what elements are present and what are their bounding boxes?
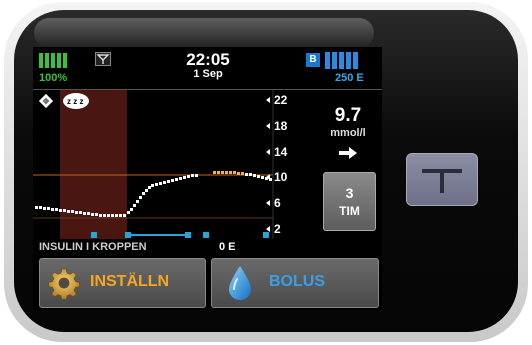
cgm-reading-dot	[35, 206, 38, 209]
settings-button-label: INSTÄLLN	[90, 273, 170, 290]
cgm-reading-dot	[142, 192, 145, 195]
cgm-reading-dot	[148, 186, 151, 189]
cgm-reading-dot	[83, 212, 86, 215]
cgm-reading-dot	[183, 176, 186, 179]
hours-value: 3	[345, 185, 354, 201]
cgm-reading-dot	[107, 214, 110, 217]
cgm-reading-dot	[119, 214, 122, 217]
cgm-reading-dot	[133, 204, 136, 207]
cgm-reading-dot	[187, 175, 190, 178]
cgm-reading-dot	[59, 209, 62, 212]
cgm-reading-dot	[269, 178, 272, 181]
iob-label: INSULIN I KROPPEN	[39, 241, 147, 253]
bg-value: 9.7	[334, 105, 362, 126]
cgm-reading-dot	[79, 211, 82, 214]
cgm-reading-dot	[213, 171, 216, 174]
cgm-reading-dot	[217, 171, 220, 174]
cgm-reading-dot	[237, 172, 240, 175]
cgm-reading-dot	[159, 182, 162, 185]
cgm-reading-dot	[71, 210, 74, 213]
insulin-drop-icon	[229, 266, 251, 300]
bolus-button[interactable]: BOLUS	[211, 258, 379, 308]
signal-icon	[95, 52, 111, 66]
cgm-graph-svg: z z z 22 18 14 10 6 2	[33, 90, 288, 239]
cgm-reading-dot	[67, 210, 70, 213]
cgm-diamond-icon	[38, 93, 54, 109]
cgm-reading-dot	[245, 173, 248, 176]
cgm-reading-dot	[87, 212, 90, 215]
y-axis-ticks: 22 18 14 10 6 2	[266, 93, 288, 236]
cgm-reading-dot	[75, 211, 78, 214]
status-bar: 100% 22:05 1 Sep B 250 E	[33, 47, 382, 89]
cgm-reading-dot	[103, 214, 106, 217]
y-tick-14: 14	[274, 145, 288, 159]
cgm-reading-dot	[139, 196, 142, 199]
graph-hours-button[interactable]: 3 TIM	[323, 172, 376, 231]
cgm-reading-dot	[43, 207, 46, 210]
bolus-button-label: BOLUS	[269, 273, 325, 290]
cgm-reading-dot	[225, 171, 228, 174]
cgm-reading-dot	[47, 207, 50, 210]
y-tick-18: 18	[274, 119, 288, 133]
y-tick-22: 22	[274, 93, 288, 107]
insulin-remaining: 250 E	[335, 72, 364, 84]
cgm-reading-dot	[265, 177, 268, 180]
cgm-reading-dot	[221, 171, 224, 174]
cgm-reading-dot	[55, 208, 58, 211]
y-tick-10: 10	[274, 170, 288, 184]
cgm-reading-dot	[257, 175, 260, 178]
cgm-reading-dot	[171, 179, 174, 182]
battery-icon	[39, 53, 67, 68]
cgm-reading-dot	[249, 173, 252, 176]
cgm-reading-dot	[115, 214, 118, 217]
cgm-reading-dot	[261, 176, 264, 179]
cgm-reading-dot	[167, 180, 170, 183]
bg-panel: 9.7 mmol/l 3 TIM	[314, 90, 382, 239]
t-logo-button[interactable]	[406, 153, 478, 206]
cgm-reading-dot	[130, 208, 133, 211]
pump-screen: 100% 22:05 1 Sep B 250 E z z z 22 18 14 …	[33, 47, 382, 310]
cgm-reading-dot	[111, 214, 114, 217]
cgm-reading-dot	[95, 213, 98, 216]
bezel-highlight	[34, 18, 374, 48]
cgm-reading-dot	[39, 206, 42, 209]
cgm-reading-dot	[127, 211, 130, 214]
cgm-reading-dot	[241, 172, 244, 175]
cgm-reading-dot	[91, 213, 94, 216]
clock-date: 1 Sep	[193, 68, 223, 80]
iob-value: 0 E	[219, 241, 236, 253]
cgm-reading-dot	[253, 174, 256, 177]
cgm-reading-dot	[195, 174, 198, 177]
insulin-level-icon	[325, 52, 358, 69]
cgm-reading-dot	[155, 183, 158, 186]
cgm-reading-dot	[123, 214, 126, 217]
cgm-reading-dot	[175, 178, 178, 181]
cgm-reading-dot	[151, 184, 154, 187]
battery-percent: 100%	[39, 72, 68, 84]
cgm-reading-dot	[233, 171, 236, 174]
cgm-reading-dot	[163, 181, 166, 184]
gear-icon	[48, 268, 80, 299]
bg-unit: mmol/l	[330, 127, 366, 139]
clock-time: 22:05	[186, 50, 230, 69]
cgm-reading-dot	[145, 189, 148, 192]
y-tick-2: 2	[274, 222, 281, 236]
cgm-reading-dot	[229, 171, 232, 174]
cgm-reading-dot	[63, 209, 66, 212]
settings-button[interactable]: INSTÄLLN	[39, 258, 206, 308]
t-logo-icon	[422, 169, 462, 193]
cgm-reading-dot	[99, 214, 102, 217]
hours-unit: TIM	[339, 204, 360, 218]
cgm-reading-dot	[136, 200, 139, 203]
status-badge: B	[306, 53, 320, 67]
y-tick-6: 6	[274, 196, 281, 210]
cgm-graph[interactable]: z z z 22 18 14 10 6 2	[33, 90, 313, 239]
cgm-reading-dot	[191, 174, 194, 177]
cgm-reading-dot	[51, 208, 54, 211]
cgm-reading-dot	[179, 177, 182, 180]
arrow-right-icon	[339, 147, 357, 159]
svg-text:z z z: z z z	[67, 97, 83, 106]
insulin-on-board: INSULIN I KROPPEN 0 E	[33, 240, 382, 254]
sleep-zzz-icon: z z z	[63, 93, 89, 109]
